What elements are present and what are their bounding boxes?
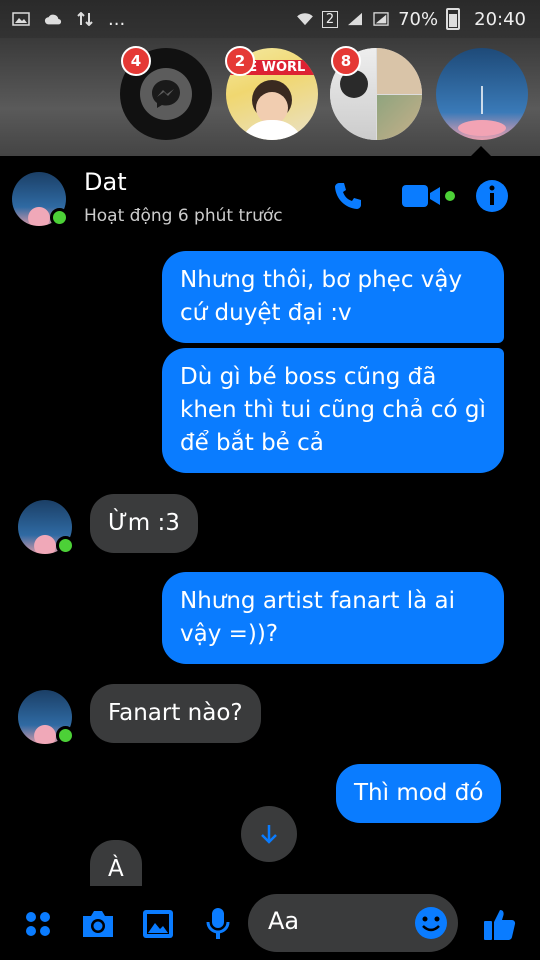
emoji-icon[interactable]	[414, 906, 448, 940]
rocket-photo	[458, 86, 506, 136]
message-input-placeholder: Aa	[268, 907, 300, 935]
chat-heads-bar: 4 PE WORL 2 8	[0, 38, 540, 156]
online-indicator	[56, 536, 75, 555]
chat-head-dat[interactable]	[436, 48, 528, 140]
data-transfer-icon	[77, 12, 93, 26]
thumbs-up-icon[interactable]	[480, 904, 520, 944]
scroll-down-button[interactable]	[241, 806, 297, 862]
cat-photo	[377, 48, 422, 94]
camera-icon[interactable]	[78, 904, 118, 944]
money-photo	[377, 95, 422, 140]
clock: 20:40	[474, 8, 526, 30]
active-status: Hoạt động 6 phút trước	[84, 206, 283, 226]
contact-3-count-badge: 8	[331, 46, 361, 76]
info-icon[interactable]	[474, 178, 510, 214]
contact-2-count-badge: 2	[225, 46, 255, 76]
wifi-icon	[296, 13, 313, 26]
message-bubble-out[interactable]: Nhưng thôi, bơ phẹc vậy cứ duyệt đại :v	[162, 251, 504, 343]
phone-icon[interactable]	[330, 178, 366, 214]
message-bubble-out[interactable]: Dù gì bé boss cũng đã khen thì tui cũng …	[162, 348, 504, 473]
online-indicator	[50, 208, 69, 227]
status-bar: ... 2 70% 20:40	[0, 0, 540, 38]
message-input[interactable]: Aa	[248, 894, 458, 952]
online-indicator	[56, 726, 75, 745]
message-bubble-out[interactable]: Thì mod đó	[336, 764, 502, 823]
messenger-count-badge: 4	[121, 46, 151, 76]
microphone-icon[interactable]	[198, 904, 238, 944]
cloud-icon	[44, 14, 62, 25]
battery-percent: 70%	[398, 8, 439, 30]
gallery-icon[interactable]	[138, 904, 178, 944]
apps-icon[interactable]	[18, 904, 58, 944]
signal-2-icon	[373, 12, 389, 26]
chat-panel: Dat Hoạt động 6 phút trước Nhưng thôi, b…	[0, 156, 540, 960]
message-bubble-in[interactable]: Fanart nào?	[90, 684, 261, 743]
person-shirt	[240, 120, 304, 140]
contact-name[interactable]: Dat	[84, 168, 127, 196]
message-bubble-in[interactable]: Ừm :3	[90, 494, 198, 553]
arrow-down-icon	[261, 825, 277, 844]
more-notifications: ...	[108, 8, 126, 30]
signal-icon	[348, 12, 363, 26]
video-camera-icon[interactable]	[400, 178, 460, 214]
composer-bar: Aa	[0, 886, 540, 960]
message-bubble-in[interactable]: À	[90, 840, 142, 886]
message-bubble-out[interactable]: Nhưng artist fanart là ai vậy =))?	[162, 572, 504, 664]
messenger-icon	[152, 80, 180, 108]
sim-badge: 2	[321, 10, 339, 28]
battery-icon	[446, 8, 461, 30]
image-notification-icon	[12, 12, 30, 26]
chat-header: Dat Hoạt động 6 phút trước	[0, 156, 540, 236]
